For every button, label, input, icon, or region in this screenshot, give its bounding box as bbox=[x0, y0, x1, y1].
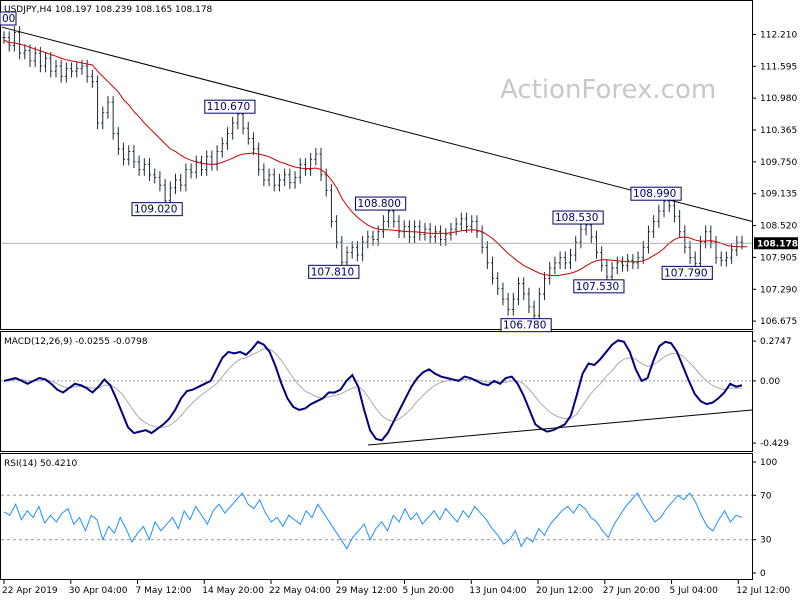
macd-axis-label: 0.00 bbox=[760, 377, 780, 387]
macd-axis-label: 0.2747 bbox=[760, 337, 792, 347]
price-axis-label: 108.520 bbox=[760, 222, 797, 232]
price-axis-label: 111.595 bbox=[760, 62, 797, 72]
price-panel-frame bbox=[0, 0, 753, 330]
callout-label: 109.020 bbox=[134, 204, 177, 216]
callout-label: 107.810 bbox=[311, 266, 354, 278]
x-axis-label: 22 May 04:00 bbox=[269, 586, 331, 596]
x-axis-label: 12 Jul 12:00 bbox=[736, 586, 790, 596]
callout-label: 107.790 bbox=[664, 267, 707, 279]
watermark: ActionForex.com bbox=[500, 75, 716, 105]
callout-label: 108.990 bbox=[633, 188, 676, 200]
price-axis-label: 112.210 bbox=[760, 30, 797, 40]
rsi-axis-label: 0 bbox=[760, 569, 766, 579]
callout-label: 108.530 bbox=[555, 212, 598, 224]
price-axis-label: 109.750 bbox=[760, 158, 797, 168]
x-axis-label: 27 Jun 20:00 bbox=[603, 586, 660, 596]
callout-label: 110.670 bbox=[207, 101, 250, 113]
x-axis-label: 13 Jun 04:00 bbox=[469, 586, 526, 596]
macd-axis-label: -0.429 bbox=[760, 439, 789, 449]
price-axis-label: 110.980 bbox=[760, 94, 797, 104]
callout-label: 107.530 bbox=[576, 281, 619, 293]
usdjpy-h4-chart: USDJPY,H4 108.197 108.239 108.165 108.17… bbox=[0, 0, 798, 596]
price-header: USDJPY,H4 108.197 108.239 108.165 108.17… bbox=[4, 5, 213, 15]
x-axis-label: 22 Apr 2019 bbox=[2, 586, 58, 596]
rsi-axis-label: 100 bbox=[760, 458, 777, 468]
price-axis-label: 109.135 bbox=[760, 190, 797, 200]
callout-label: 108.800 bbox=[357, 198, 400, 210]
price-axis-label: 107.905 bbox=[760, 253, 797, 263]
rsi-axis-label: 30 bbox=[760, 536, 772, 546]
x-axis-label: 30 Apr 04:00 bbox=[69, 586, 128, 596]
callout-label-partial: 00 bbox=[2, 13, 15, 25]
price-axis-label: 107.290 bbox=[760, 285, 797, 295]
x-axis-label: 20 Jun 12:00 bbox=[536, 586, 593, 596]
rsi-header: RSI(14) 50.4210 bbox=[4, 459, 77, 469]
callout-label: 106.780 bbox=[503, 320, 546, 332]
price-axis-label: 106.675 bbox=[760, 317, 797, 327]
x-axis-label: 7 May 12:00 bbox=[136, 586, 192, 596]
rsi-axis-label: 70 bbox=[760, 491, 772, 501]
macd-header: MACD(12,26,9) -0.0255 -0.0798 bbox=[4, 337, 148, 347]
rsi-panel-frame bbox=[0, 453, 753, 580]
price-axis-label: 110.365 bbox=[760, 126, 797, 136]
x-axis-label: 5 Jul 04:00 bbox=[670, 586, 719, 596]
x-axis-label: 5 Jun 20:00 bbox=[403, 586, 455, 596]
x-axis-label: 29 May 12:00 bbox=[336, 586, 398, 596]
x-axis-label: 14 May 20:00 bbox=[202, 586, 264, 596]
current-price-label: 108.178 bbox=[757, 239, 798, 249]
